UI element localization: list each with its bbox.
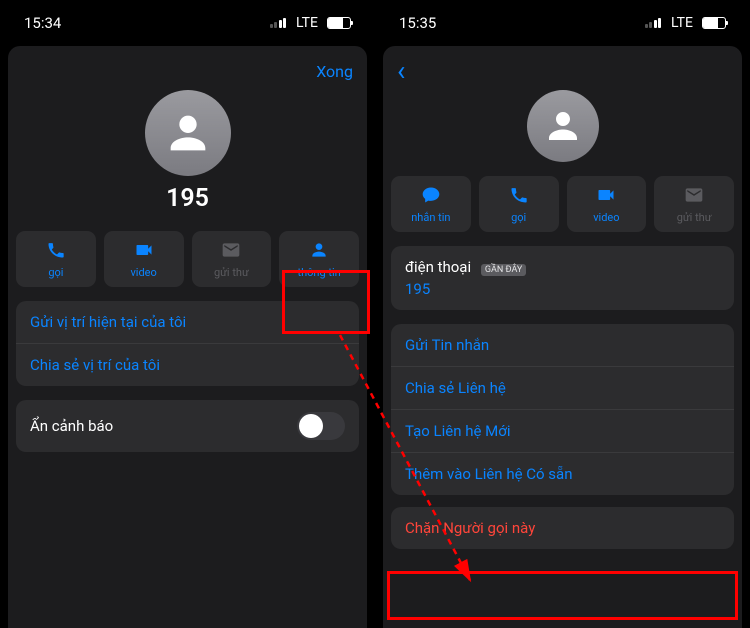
avatar	[145, 90, 231, 176]
action-message[interactable]: nhắn tin	[391, 176, 471, 232]
screenshot-right: 15:35 LTE ‹ nhắn tin gọi	[375, 0, 750, 628]
location-group: Gửi vị trí hiện tại của tôi Chia sẻ vị t…	[16, 301, 359, 386]
avatar	[527, 90, 599, 162]
action-call[interactable]: gọi	[479, 176, 559, 232]
nav-bar: Xong	[8, 52, 367, 90]
phone-icon	[509, 185, 529, 208]
contact-name: 195	[166, 184, 209, 213]
action-video[interactable]: video	[104, 231, 184, 287]
message-icon	[421, 185, 441, 208]
back-button[interactable]: ‹	[397, 57, 405, 85]
action-label: video	[593, 211, 619, 224]
mail-icon	[221, 240, 241, 263]
action-label: gọi	[48, 266, 63, 279]
share-location[interactable]: Chia sẻ vị trí của tôi	[16, 343, 359, 386]
done-button[interactable]: Xong	[316, 62, 353, 81]
block-group: Chặn Người gọi này	[391, 507, 734, 549]
hide-alerts-row[interactable]: Ẩn cảnh báo	[16, 400, 359, 452]
action-call[interactable]: gọi	[16, 231, 96, 287]
send-location[interactable]: Gửi vị trí hiện tại của tôi	[16, 301, 359, 343]
hide-alerts-label: Ẩn cảnh báo	[30, 417, 113, 435]
recent-badge: GẦN ĐÂY	[481, 264, 526, 276]
video-icon	[134, 240, 154, 263]
phone-group: điện thoại GẦN ĐÂY 195	[391, 246, 734, 310]
phone-icon	[46, 240, 66, 263]
clock: 15:34	[24, 14, 61, 32]
action-mail: gửi thư	[654, 176, 734, 232]
actions-group: Gửi Tin nhắn Chia sẻ Liên hệ Tạo Liên hệ…	[391, 324, 734, 495]
action-video[interactable]: video	[567, 176, 647, 232]
action-label: gửi thư	[677, 211, 712, 224]
network-label: LTE	[671, 15, 693, 31]
action-mail: gửi thư	[192, 231, 272, 287]
hide-alerts-toggle[interactable]	[297, 412, 345, 440]
battery-icon	[702, 17, 726, 29]
status-bar: 15:34 LTE	[0, 0, 375, 46]
phone-number: 195	[405, 280, 526, 298]
phone-row[interactable]: điện thoại GẦN ĐÂY 195	[391, 246, 734, 310]
add-existing[interactable]: Thêm vào Liên hệ Có sẵn	[391, 452, 734, 495]
action-label: nhắn tin	[411, 211, 450, 224]
send-message[interactable]: Gửi Tin nhắn	[391, 324, 734, 366]
nav-bar: ‹	[383, 52, 742, 90]
signal-icon	[645, 18, 662, 28]
network-label: LTE	[296, 15, 318, 31]
battery-icon	[327, 17, 351, 29]
info-icon	[309, 240, 329, 263]
action-row: nhắn tin gọi video gửi thư	[383, 176, 742, 232]
share-contact[interactable]: Chia sẻ Liên hệ	[391, 366, 734, 409]
block-caller[interactable]: Chặn Người gọi này	[391, 507, 734, 549]
action-info[interactable]: thông tin	[279, 231, 359, 287]
clock: 15:35	[399, 14, 436, 32]
action-label: video	[130, 266, 156, 279]
signal-icon	[270, 18, 287, 28]
status-bar: 15:35 LTE	[375, 0, 750, 46]
mail-icon	[684, 185, 704, 208]
action-label: thông tin	[297, 266, 340, 279]
hide-alerts-group: Ẩn cảnh báo	[16, 400, 359, 452]
video-icon	[596, 185, 616, 208]
action-label: gửi thư	[214, 266, 249, 279]
action-row: gọi video gửi thư thông tin	[8, 231, 367, 287]
create-contact[interactable]: Tạo Liên hệ Mới	[391, 409, 734, 452]
action-label: gọi	[511, 211, 526, 224]
phone-label: điện thoại	[405, 258, 471, 276]
screenshot-left: 15:34 LTE Xong 195 gọi video	[0, 0, 375, 628]
